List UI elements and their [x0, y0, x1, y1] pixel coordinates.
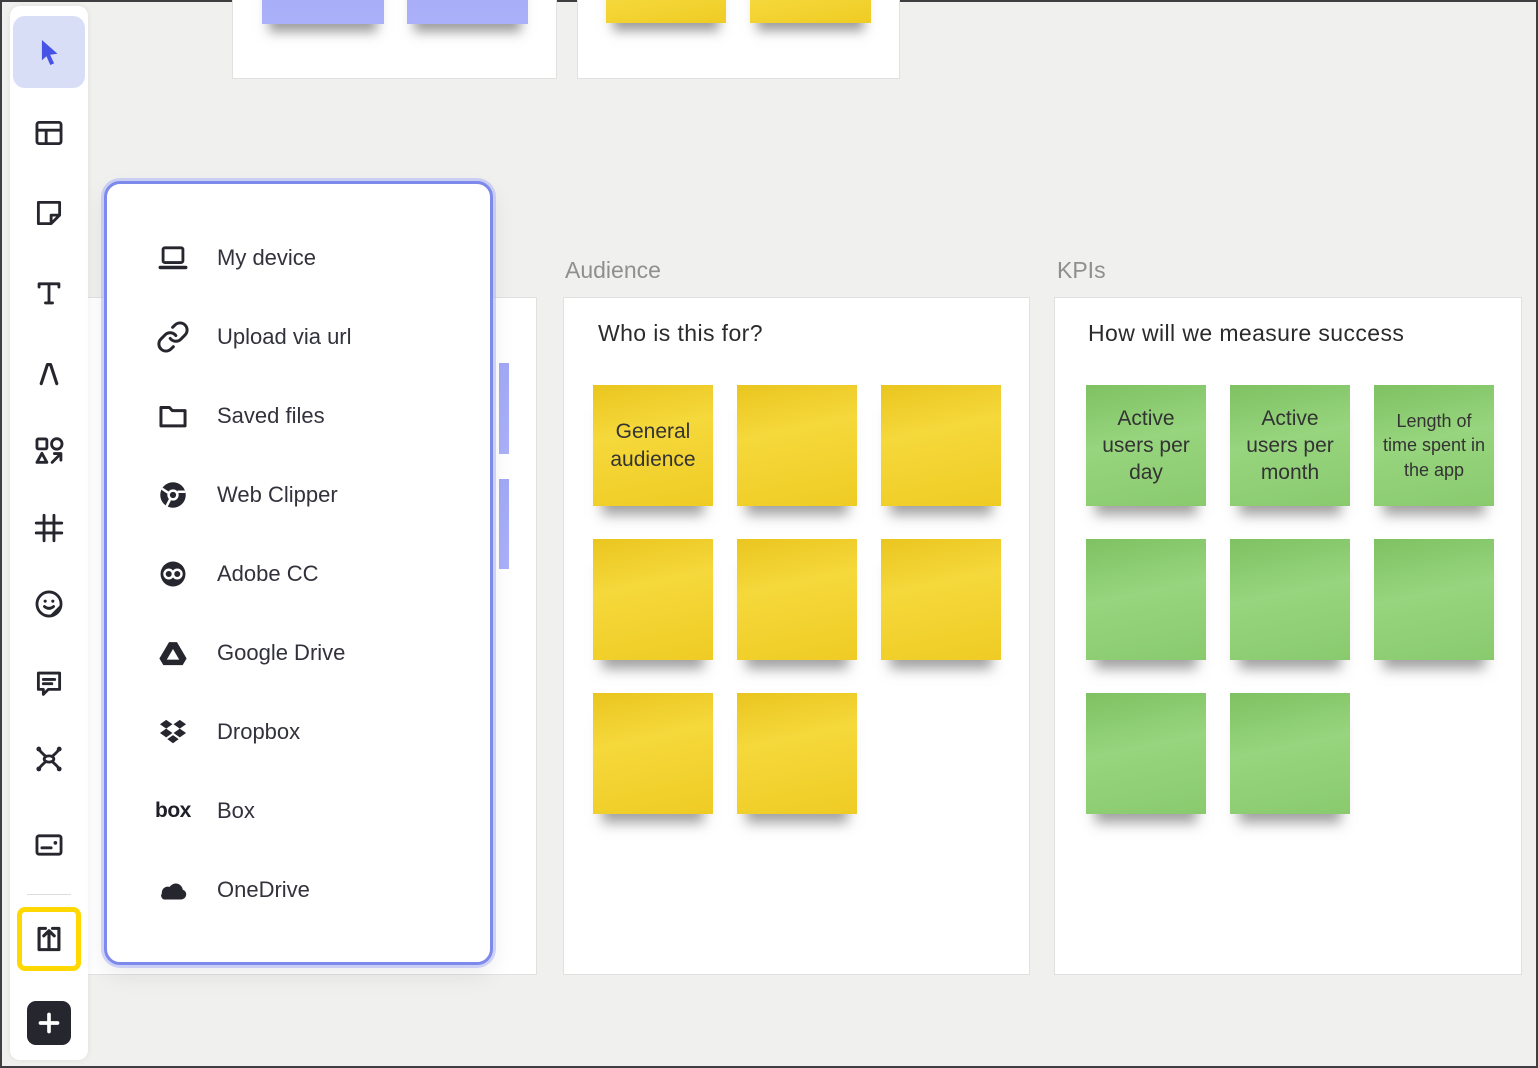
sticky-note[interactable] — [593, 539, 713, 660]
sticky-note[interactable] — [750, 0, 871, 23]
menu-item-saved-files[interactable]: Saved files — [107, 376, 490, 455]
menu-item-label: Dropbox — [217, 719, 300, 745]
box-wordmark: box — [155, 799, 191, 823]
shapes-icon — [32, 434, 66, 468]
sticky-text: Length of time spent in the app — [1380, 409, 1488, 482]
sticky-grid-audience: General audience — [593, 385, 1001, 814]
sticky-note[interactable] — [737, 539, 857, 660]
sticky-text: General audience — [599, 418, 707, 473]
tool-templates[interactable] — [32, 116, 66, 150]
sticky-note[interactable] — [499, 363, 509, 454]
connector-icon — [32, 742, 66, 776]
sticky-note[interactable] — [499, 479, 509, 569]
card-title-audience[interactable]: Who is this for? — [598, 320, 763, 347]
box-logo-icon: box — [155, 793, 191, 829]
cursor-icon — [32, 35, 66, 69]
sticky-note[interactable]: Active users per day — [1086, 385, 1206, 506]
sticky-note[interactable] — [407, 0, 528, 24]
menu-item-web-clipper[interactable]: Web Clipper — [107, 455, 490, 534]
sticky-text: Active users per day — [1092, 405, 1200, 487]
plus-icon — [32, 1006, 66, 1040]
menu-item-label: Saved files — [217, 403, 325, 429]
pen-icon — [32, 356, 66, 390]
board-card-audience[interactable]: Who is this for? General audience — [563, 297, 1030, 975]
tool-card[interactable] — [32, 828, 66, 862]
chrome-icon — [155, 477, 191, 513]
frame-icon — [32, 511, 66, 545]
templates-icon — [32, 116, 66, 150]
sticky-note[interactable] — [1230, 539, 1350, 660]
text-icon — [32, 276, 66, 310]
section-label-audience[interactable]: Audience — [565, 257, 661, 284]
tool-connector[interactable] — [32, 742, 66, 776]
board-card-kpis[interactable]: How will we measure success Active users… — [1054, 297, 1522, 975]
add-tool-button[interactable] — [27, 1001, 71, 1045]
sticky-note[interactable] — [737, 693, 857, 814]
board-card-partial-top-right[interactable] — [577, 0, 900, 79]
menu-item-dropbox[interactable]: Dropbox — [107, 692, 490, 771]
comment-icon — [32, 666, 66, 700]
sticky-note[interactable] — [1374, 539, 1494, 660]
sticky-text: Active users per month — [1236, 405, 1344, 487]
sticky-note[interactable]: General audience — [593, 385, 713, 506]
tool-text[interactable] — [32, 276, 66, 310]
menu-item-label: Web Clipper — [217, 482, 338, 508]
tool-shapes[interactable] — [32, 434, 66, 468]
menu-item-upload-via-url[interactable]: Upload via url — [107, 297, 490, 376]
card-icon — [32, 828, 66, 862]
upload-icon — [32, 922, 66, 956]
sticky-note[interactable] — [881, 539, 1001, 660]
sticky-note[interactable] — [1086, 539, 1206, 660]
whiteboard-canvas: d Audience Who is this for? General audi… — [0, 0, 1538, 1068]
menu-item-adobe-cc[interactable]: Adobe CC — [107, 534, 490, 613]
tool-comment[interactable] — [32, 666, 66, 700]
menu-item-label: OneDrive — [217, 877, 310, 903]
sticky-note[interactable] — [1230, 693, 1350, 814]
sticky-note[interactable] — [606, 0, 726, 23]
sticky-note[interactable] — [881, 385, 1001, 506]
toolbar — [10, 6, 88, 1060]
tool-upload[interactable] — [17, 907, 81, 971]
menu-item-google-drive[interactable]: Google Drive — [107, 613, 490, 692]
sticky-note-icon — [32, 196, 66, 230]
sticky-note[interactable] — [593, 693, 713, 814]
menu-item-onedrive[interactable]: OneDrive — [107, 850, 490, 929]
tool-sticky-note[interactable] — [32, 196, 66, 230]
link-icon — [155, 319, 191, 355]
sticky-note[interactable]: Length of time spent in the app — [1374, 385, 1494, 506]
board-card-partial-top-left[interactable] — [232, 0, 557, 79]
sticky-note[interactable] — [1086, 693, 1206, 814]
sticky-note[interactable]: Active users per month — [1230, 385, 1350, 506]
tool-pen[interactable] — [32, 356, 66, 390]
menu-item-label: Google Drive — [217, 640, 345, 666]
sticky-grid-kpis: Active users per day Active users per mo… — [1086, 385, 1494, 814]
menu-item-label: Adobe CC — [217, 561, 319, 587]
upload-menu: My device Upload via url Saved files — [104, 181, 493, 965]
tool-select[interactable] — [13, 16, 85, 88]
menu-item-label: My device — [217, 245, 316, 271]
menu-item-label: Upload via url — [217, 324, 352, 350]
menu-item-my-device[interactable]: My device — [107, 218, 490, 297]
sticky-note[interactable] — [262, 0, 384, 24]
laptop-icon — [155, 240, 191, 276]
tool-frame[interactable] — [32, 511, 66, 545]
menu-item-label: Box — [217, 798, 255, 824]
toolbar-divider — [27, 894, 71, 895]
adobe-cc-icon — [155, 556, 191, 592]
sticker-icon — [32, 587, 66, 621]
folder-icon — [155, 398, 191, 434]
menu-item-box[interactable]: box Box — [107, 771, 490, 850]
tool-sticker[interactable] — [32, 587, 66, 621]
section-label-kpis[interactable]: KPIs — [1057, 257, 1106, 284]
sticky-note[interactable] — [737, 385, 857, 506]
google-drive-icon — [155, 635, 191, 671]
dropbox-icon — [155, 714, 191, 750]
card-title-kpis[interactable]: How will we measure success — [1088, 320, 1404, 347]
onedrive-icon — [155, 872, 191, 908]
